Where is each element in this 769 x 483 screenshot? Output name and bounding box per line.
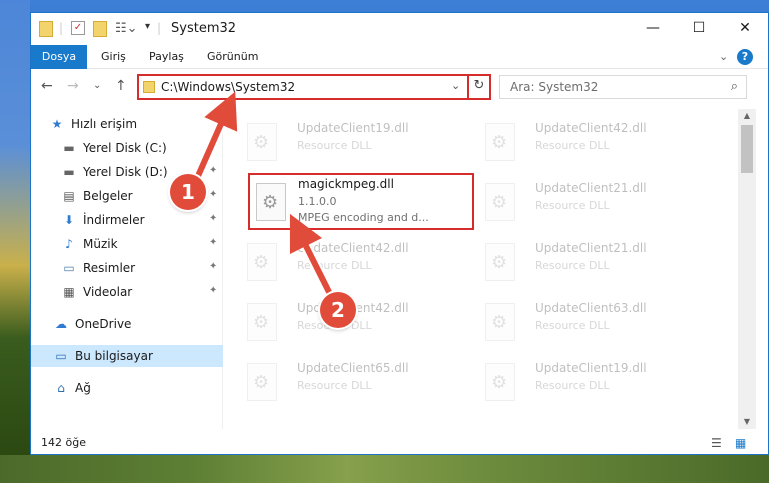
annotation-arrows	[193, 91, 337, 303]
callout-badge-2: 2	[320, 292, 356, 328]
callout-badge-1: 1	[170, 174, 206, 210]
arrow-1	[195, 91, 238, 179]
arrow-2	[289, 213, 335, 301]
